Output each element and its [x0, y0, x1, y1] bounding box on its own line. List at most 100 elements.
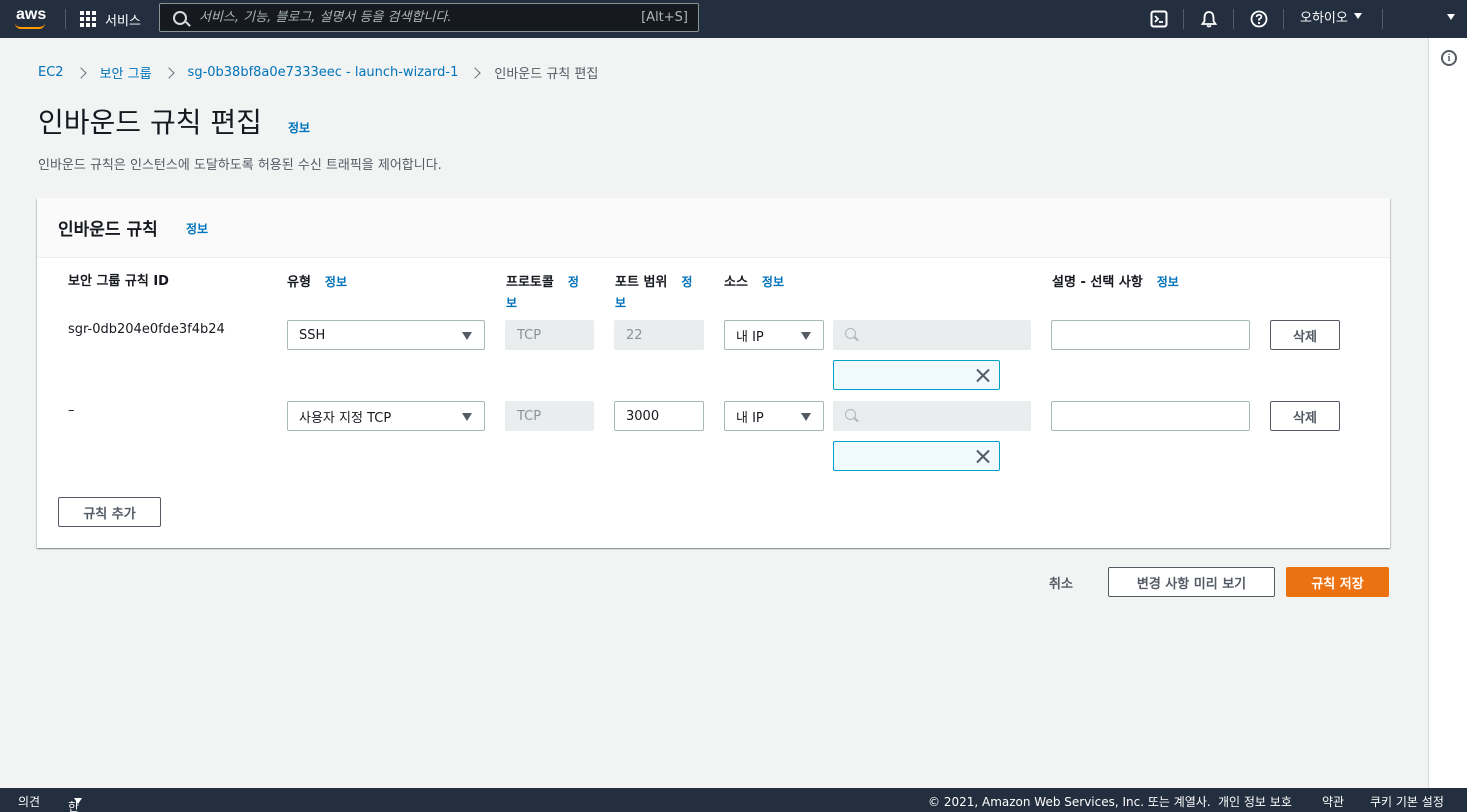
delete-rule-button[interactable]: 삭제	[1270, 401, 1340, 431]
source-select-value: 내 IP	[736, 410, 764, 426]
nav-divider	[65, 9, 66, 29]
port-range-input[interactable]: 3000	[614, 401, 704, 431]
source-select[interactable]: 내 IP	[724, 320, 824, 350]
inbound-rules-panel: 인바운드 규칙 정보 보안 그룹 규칙 ID 유형 정보 프로토콜 정 보 포트 범위…	[37, 198, 1390, 548]
language-label: 한국어	[68, 800, 80, 812]
terms-link[interactable]: 약관	[1322, 793, 1344, 810]
feedback-link[interactable]: 의견	[18, 793, 40, 810]
source-ip-token	[833, 360, 1000, 390]
chevron-right-icon	[162, 66, 175, 79]
caret-down-icon	[801, 413, 811, 421]
type-select-value: 사용자 지정 TCP	[299, 410, 392, 426]
search-icon	[845, 328, 856, 339]
search-icon	[173, 10, 187, 25]
aws-logo[interactable]: aws	[14, 5, 50, 33]
global-search[interactable]: [Alt+S]	[159, 3, 699, 32]
account-menu-caret-icon[interactable]	[1447, 14, 1455, 20]
protocol-value: TCP	[517, 408, 542, 424]
breadcrumb-current: 인바운드 규칙 편집	[494, 67, 599, 82]
help-icon[interactable]	[1249, 9, 1269, 29]
source-select-value: 내 IP	[736, 329, 764, 345]
port-value: 22	[626, 327, 643, 343]
caret-down-icon	[1353, 13, 1362, 19]
protocol-info-link[interactable]: 정	[568, 275, 579, 289]
port-range-field: 22	[614, 320, 704, 350]
rule-id: –	[68, 403, 75, 418]
cookie-preferences-link[interactable]: 쿠키 기본 설정	[1370, 793, 1444, 810]
search-shortcut: [Alt+S]	[641, 10, 688, 25]
col-port-range: 포트 범위 정보	[615, 272, 705, 314]
grid-icon	[80, 11, 96, 27]
caret-down-icon	[462, 332, 472, 340]
services-label: 서비스	[105, 13, 141, 29]
breadcrumb-security-groups[interactable]: 보안 그룹	[100, 63, 152, 82]
port-value: 3000	[626, 408, 660, 424]
chevron-right-icon	[74, 66, 87, 79]
description-input[interactable]	[1051, 401, 1250, 431]
col-type: 유형 정보	[287, 272, 347, 293]
services-menu[interactable]: 서비스	[80, 0, 141, 38]
protocol-field: TCP	[505, 401, 594, 431]
cancel-button[interactable]: 취소	[1049, 573, 1073, 592]
page-description: 인바운드 규칙은 인스턴스에 도달하도록 허용된 수신 트래픽을 제어합니다.	[38, 158, 442, 173]
region-label: 오하이오	[1300, 10, 1348, 26]
col-port-range-label: 포트 범위	[615, 275, 668, 290]
panel-title: 인바운드 규칙	[58, 220, 158, 240]
footer: 의견 한국어 © 2021, Amazon Web Services, Inc.…	[0, 788, 1467, 812]
nav-divider	[1283, 9, 1284, 29]
tools-panel-rail: i	[1428, 38, 1467, 788]
caret-down-icon	[801, 332, 811, 340]
source-cidr-search[interactable]	[833, 320, 1031, 350]
save-rules-button[interactable]: 규칙 저장	[1286, 567, 1389, 597]
search-icon	[845, 409, 856, 420]
col-protocol-label: 프로토콜	[506, 275, 554, 290]
breadcrumb-ec2[interactable]: EC2	[38, 65, 64, 80]
breadcrumb: EC2 보안 그룹 sg-0b38bf8a0e7333eec - launch-…	[38, 63, 598, 82]
aws-logo-text: aws	[16, 6, 47, 23]
type-select[interactable]: SSH	[287, 320, 485, 350]
col-source-label: 소스	[724, 275, 748, 290]
panel-header: 인바운드 규칙 정보	[37, 198, 1390, 258]
rule-id: sgr-0db204e0fde3f4b24	[68, 322, 225, 337]
source-cidr-search[interactable]	[833, 401, 1031, 431]
add-rule-button[interactable]: 규칙 추가	[58, 497, 161, 527]
page-info-link[interactable]: 정보	[288, 119, 310, 136]
nav-divider	[1382, 9, 1383, 29]
col-rule-id-label: 보안 그룹 규칙 ID	[68, 274, 169, 289]
description-input[interactable]	[1051, 320, 1250, 350]
col-description-label: 설명 - 선택 사항	[1052, 275, 1143, 290]
port-info-link-wrap[interactable]: 보	[615, 296, 626, 310]
privacy-link[interactable]: 개인 정보 보호	[1218, 793, 1292, 810]
search-input[interactable]	[199, 10, 619, 25]
col-type-label: 유형	[287, 275, 311, 290]
nav-divider	[1183, 9, 1184, 29]
bell-icon[interactable]	[1199, 9, 1219, 29]
type-select[interactable]: 사용자 지정 TCP	[287, 401, 485, 431]
breadcrumb-security-group[interactable]: sg-0b38bf8a0e7333eec - launch-wizard-1	[188, 65, 459, 80]
source-ip-token	[833, 441, 1000, 471]
language-selector[interactable]: 한국어	[68, 793, 82, 812]
type-info-link[interactable]: 정보	[325, 275, 347, 289]
source-info-link[interactable]: 정보	[762, 275, 784, 289]
source-select[interactable]: 내 IP	[724, 401, 824, 431]
top-nav: aws 서비스 [Alt+S] 오하이오	[0, 0, 1467, 38]
preview-changes-button[interactable]: 변경 사항 미리 보기	[1108, 567, 1275, 597]
description-info-link[interactable]: 정보	[1157, 275, 1179, 289]
region-selector[interactable]: 오하이오	[1300, 0, 1362, 32]
chevron-right-icon	[469, 66, 482, 79]
nav-divider	[1233, 9, 1234, 29]
delete-rule-button[interactable]: 삭제	[1270, 320, 1340, 350]
close-icon[interactable]	[975, 367, 992, 384]
protocol-field: TCP	[505, 320, 594, 350]
info-icon[interactable]: i	[1441, 50, 1457, 66]
col-rule-id: 보안 그룹 규칙 ID	[68, 272, 169, 292]
page-title: 인바운드 규칙 편집	[38, 106, 262, 139]
close-icon[interactable]	[975, 448, 992, 465]
cloudshell-icon[interactable]	[1149, 9, 1169, 29]
port-info-link[interactable]: 정	[681, 275, 692, 289]
panel-info-link[interactable]: 정보	[186, 220, 208, 237]
caret-down-icon	[462, 413, 472, 421]
protocol-info-link-wrap[interactable]: 보	[506, 296, 517, 310]
type-select-value: SSH	[299, 327, 326, 343]
col-protocol: 프로토콜 정보	[506, 272, 596, 314]
